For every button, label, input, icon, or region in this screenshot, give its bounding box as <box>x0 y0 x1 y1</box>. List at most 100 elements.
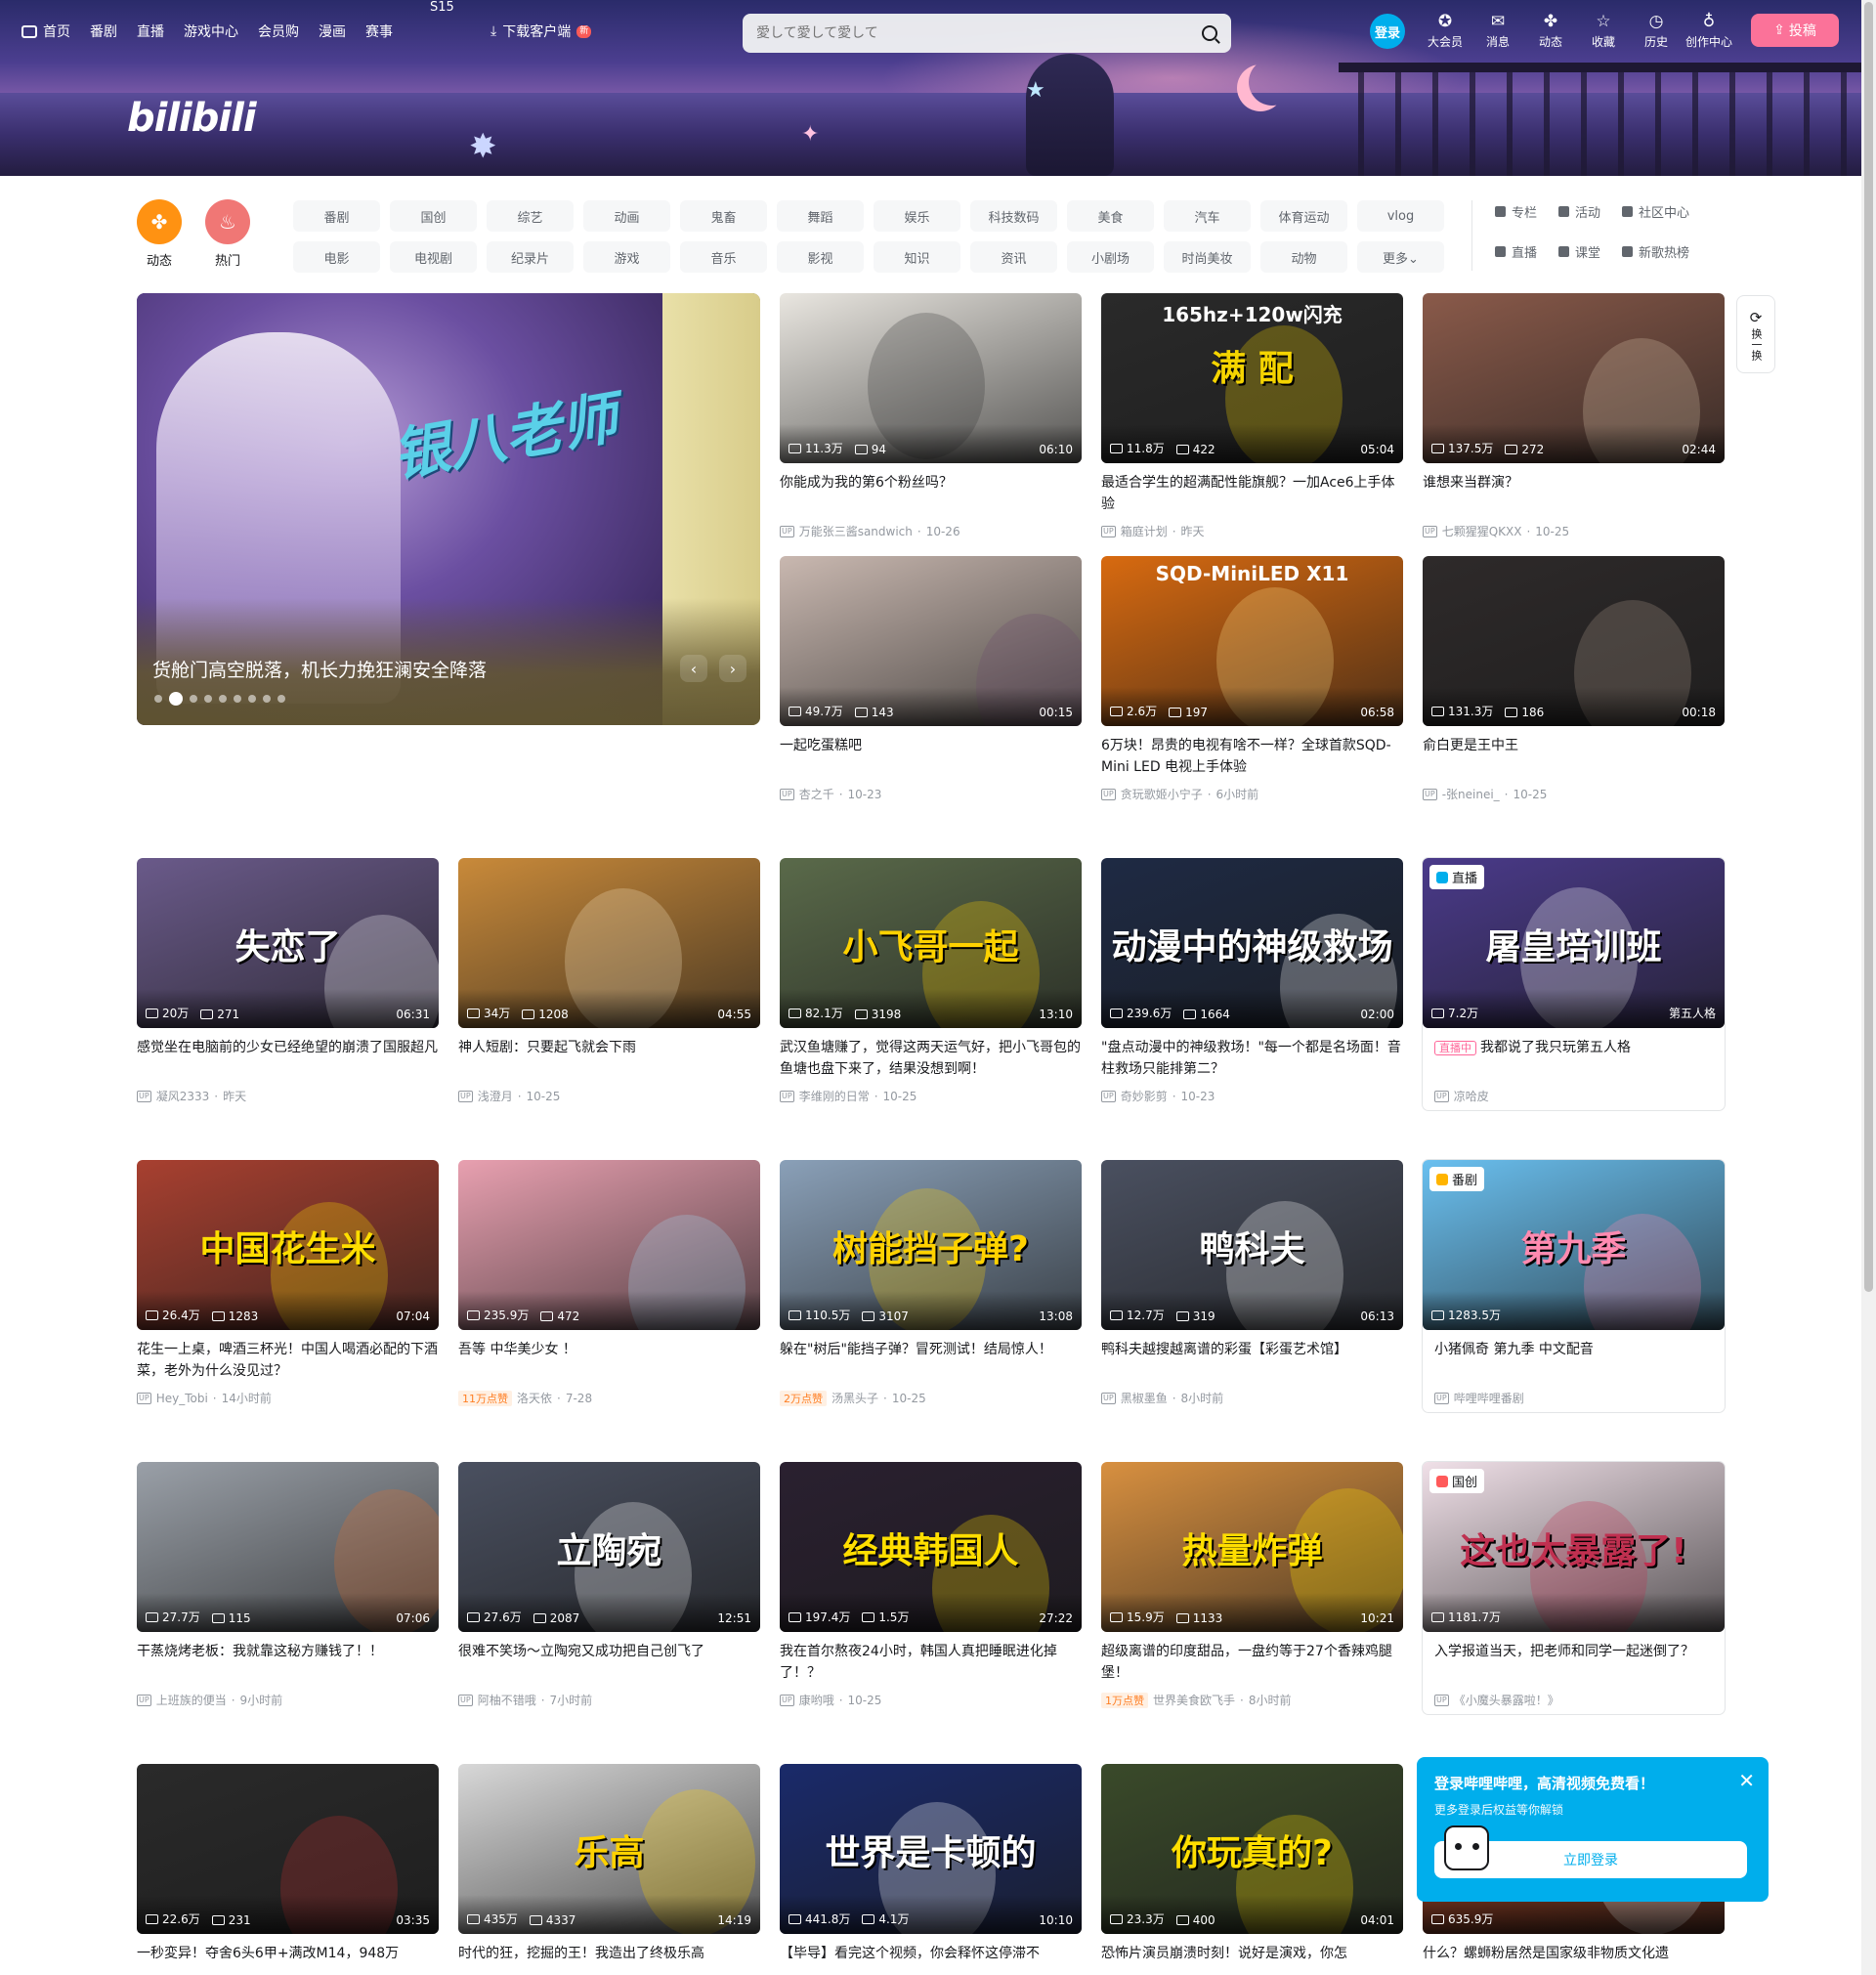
login-avatar-button[interactable]: 登录 <box>1370 14 1405 49</box>
uploader-name[interactable]: 李维刚的日常 <box>799 1088 870 1104</box>
nav-vip[interactable]: ✪ 大会员 <box>1419 12 1471 50</box>
scrollbar[interactable] <box>1861 0 1876 1975</box>
channel-tag[interactable]: 科技数码 <box>970 200 1057 232</box>
video-card[interactable]: 鸭科夫 12.7万 319 06:13 鸭科夫越搜越离谱的彩蛋【彩蛋艺术馆】 UP 黑椒墨鱼… <box>1101 1160 1403 1406</box>
video-title[interactable]: 神人短剧：只要起飞就会下雨 <box>458 1037 760 1080</box>
video-thumbnail[interactable]: 小飞哥一起 82.1万 3198 13:10 <box>780 858 1082 1028</box>
channel-dynamic[interactable]: ✤ 动态 <box>137 199 182 269</box>
uploader-name[interactable]: 上班族的便当 <box>156 1692 227 1708</box>
search-icon[interactable] <box>1202 25 1217 41</box>
uploader-name[interactable]: 箱庭计划 <box>1121 523 1168 539</box>
search-input[interactable] <box>756 25 1202 41</box>
s15-badge[interactable]: S15 <box>430 0 454 15</box>
video-thumbnail[interactable]: 屠皇培训班 直播 7.2万 第五人格 <box>1423 858 1725 1028</box>
video-thumbnail[interactable]: 11.3万 94 06:10 <box>780 293 1082 463</box>
uploader-name[interactable]: 贪玩歌姬小宁子 <box>1121 786 1203 802</box>
video-title[interactable]: 你能成为我的第6个粉丝吗？ <box>780 472 1082 515</box>
nav-dynamic[interactable]: ✤ 动态 <box>1524 12 1577 50</box>
nav-favorite[interactable]: ☆ 收藏 <box>1577 12 1630 50</box>
video-card[interactable]: 经典韩国人 197.4万 1.5万 27:22 我在首尔熬夜24小时，韩国人真把睡眠进化… <box>780 1462 1082 1708</box>
bilibili-logo[interactable]: bilibili <box>127 96 257 141</box>
nav-creator[interactable]: ♁ 创作中心 <box>1683 12 1735 50</box>
channel-tag[interactable]: 资讯 <box>970 241 1057 273</box>
video-card[interactable]: 137.5万 272 02:44 谁想来当群演？ UP 七颗猩猩QKXX · 10-25 <box>1423 293 1725 539</box>
channel-tag[interactable]: 体育运动 <box>1260 200 1347 232</box>
video-thumbnail[interactable]: 第九季 番剧 1283.5万 <box>1423 1160 1725 1330</box>
video-title[interactable]: 一秒変异！夺舍6头6甲+满改M14，948万 <box>137 1943 439 1975</box>
link-column[interactable]: 专栏 <box>1495 202 1537 221</box>
uploader-name[interactable]: 浅澄月 <box>478 1088 513 1104</box>
channel-tag[interactable]: vlog <box>1357 200 1444 232</box>
video-thumbnail[interactable]: 世界是卡顿的 441.8万 4.1万 10:10 <box>780 1764 1082 1934</box>
carousel-dot[interactable] <box>248 695 256 703</box>
video-thumbnail[interactable]: 22.6万 231 03:35 <box>137 1764 439 1934</box>
video-card[interactable]: 动漫中的神级救场 239.6万 1664 02:00 "盘点动漫中的神级救场！"每一个都… <box>1101 858 1403 1104</box>
video-thumbnail[interactable]: 你玩真的? 23.3万 400 04:01 <box>1101 1764 1403 1934</box>
video-thumbnail[interactable]: 235.9万 472 <box>458 1160 760 1330</box>
link-live[interactable]: 直播 <box>1495 242 1537 261</box>
video-title[interactable]: 谁想来当群演？ <box>1423 472 1725 515</box>
carousel-dot[interactable] <box>263 695 271 703</box>
channel-tag[interactable]: 电视剧 <box>390 241 477 273</box>
channel-tag[interactable]: 小剧场 <box>1067 241 1154 273</box>
video-title[interactable]: 恐怖片演员崩溃时刻！说好是演戏，你怎 <box>1101 1943 1403 1975</box>
nav-mall[interactable]: 会员购 <box>258 21 299 41</box>
uploader-name[interactable]: 汤黑头子 <box>831 1390 878 1406</box>
uploader-name[interactable]: 哔哩哔哩番剧 <box>1454 1390 1524 1406</box>
video-title[interactable]: 我在首尔熬夜24小时，韩国人真把睡眠进化掉了！？ <box>780 1641 1082 1684</box>
carousel-dot[interactable] <box>204 695 212 703</box>
video-title[interactable]: 花生一上桌，啤酒三杯光！中国人喝酒必配的下酒菜，老外为什么没见过？ <box>137 1339 439 1382</box>
video-title[interactable]: 6万块！昂贵的电视有啥不一样？全球首款SQD-Mini LED 电视上手体验 <box>1101 735 1403 778</box>
carousel-dot[interactable] <box>169 692 183 706</box>
uploader-name[interactable]: 黑椒墨鱼 <box>1121 1390 1168 1406</box>
nav-esports[interactable]: 赛事 <box>365 21 393 41</box>
video-card[interactable]: 235.9万 472 吾等 中华美少女 ！ 11万点赞 洛天依 · 7-28 <box>458 1160 760 1406</box>
carousel-dot[interactable] <box>219 695 227 703</box>
video-card[interactable]: 树能挡子弹? 110.5万 3107 13:08 躲在"树后"能挡子弹？冒死测试！结局惊… <box>780 1160 1082 1406</box>
video-thumbnail[interactable]: 137.5万 272 02:44 <box>1423 293 1725 463</box>
channel-tag[interactable]: 综艺 <box>487 200 574 232</box>
uploader-name[interactable]: 奇妙影剪 <box>1121 1088 1168 1104</box>
nav-home[interactable]: 首页 <box>21 21 70 41</box>
channel-tag[interactable]: 国创 <box>390 200 477 232</box>
video-title[interactable]: 武汉鱼塘赚了，觉得这两天运气好，把小飞哥包的鱼塘也盘下来了，结果没想到啊！ <box>780 1037 1082 1080</box>
channel-tag[interactable]: 美食 <box>1067 200 1154 232</box>
carousel-caption[interactable]: 货舱门高空脱落，机长力挽狂澜安全降落 <box>152 656 487 682</box>
video-title[interactable]: 俞白更是王中王 <box>1423 735 1725 778</box>
video-title[interactable]: 【毕导】看完这个视频，你会释怀这停滞不 <box>780 1943 1082 1975</box>
video-thumbnail[interactable]: 动漫中的神级救场 239.6万 1664 02:00 <box>1101 858 1403 1028</box>
channel-hot[interactable]: ♨ 热门 <box>205 199 250 269</box>
channel-tag[interactable]: 鬼畜 <box>680 200 767 232</box>
channel-tag[interactable]: 娱乐 <box>874 200 960 232</box>
video-card[interactable]: 27.7万 115 07:06 干蒸烧烤老板：我就靠这秘方赚钱了！！ UP 上班族的便当 ·… <box>137 1462 439 1708</box>
uploader-name[interactable]: 七颗猩猩QKXX <box>1442 523 1522 539</box>
carousel-dot[interactable] <box>277 695 285 703</box>
video-card[interactable]: 131.3万 186 00:18 俞白更是王中王 UP -张neinei_ · 10-25 <box>1423 556 1725 802</box>
video-thumbnail[interactable]: 27.7万 115 07:06 <box>137 1462 439 1632</box>
video-title[interactable]: 吾等 中华美少女 ！ <box>458 1339 760 1382</box>
video-card[interactable]: 屠皇培训班 直播 7.2万 第五人格 直播中 我都说了我只玩第五人格 UP 凉哈皮 <box>1423 858 1725 1110</box>
video-card[interactable]: 失恋了 20万 271 06:31 感觉坐在电脑前的少女已经绝望的崩溃了国服超凡 UP 凝风… <box>137 858 439 1104</box>
video-thumbnail[interactable]: 树能挡子弹? 110.5万 3107 13:08 <box>780 1160 1082 1330</box>
video-title[interactable]: 最适合学生的超满配性能旗舰？一加Ace6上手体验 <box>1101 472 1403 515</box>
video-title[interactable]: 直播中 我都说了我只玩第五人格 <box>1423 1037 1725 1080</box>
channel-tag[interactable]: 电影 <box>293 241 380 273</box>
video-card[interactable]: SQD-MiniLED X11 2.6万 197 06:58 6万块！昂贵的电视有啥不一… <box>1101 556 1403 802</box>
uploader-name[interactable]: 洛天依 <box>517 1390 552 1406</box>
channel-tag[interactable]: 舞蹈 <box>777 200 864 232</box>
video-title[interactable]: 入学报道当天，把老师和同学一起迷倒了？ <box>1423 1641 1725 1684</box>
uploader-name[interactable]: 万能张三酱sandwich <box>799 523 913 539</box>
video-card[interactable]: 49.7万 143 00:15 一起吃蛋糕吧 UP 杏之千 · 10-23 <box>780 556 1082 802</box>
video-thumbnail[interactable]: 165hz+120w闪充满 配 11.8万 422 05:04 <box>1101 293 1403 463</box>
video-thumbnail[interactable]: 49.7万 143 00:15 <box>780 556 1082 726</box>
channel-tag[interactable]: 动画 <box>583 200 670 232</box>
nav-manga[interactable]: 漫画 <box>319 21 346 41</box>
video-card[interactable]: 这也太暴露了! 国创 1181.7万 入学报道当天，把老师和同学一起迷倒了？ UP 《小魔… <box>1423 1462 1725 1714</box>
channel-tag[interactable]: 时尚美妆 <box>1164 241 1251 273</box>
channel-tag[interactable]: 纪录片 <box>487 241 574 273</box>
channel-tag[interactable]: 番剧 <box>293 200 380 232</box>
nav-message[interactable]: ✉ 消息 <box>1471 12 1524 50</box>
video-card[interactable]: 你玩真的? 23.3万 400 04:01 恐怖片演员崩溃时刻！说好是演戏，你怎 <box>1101 1764 1403 1975</box>
uploader-name[interactable]: 杏之千 <box>799 786 834 802</box>
video-thumbnail[interactable]: 失恋了 20万 271 06:31 <box>137 858 439 1028</box>
